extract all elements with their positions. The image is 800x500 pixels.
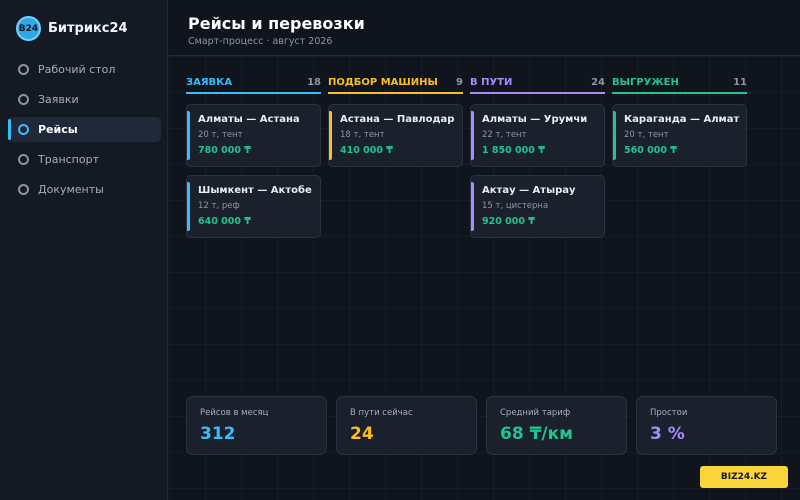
stat-label: В пути сейчас bbox=[350, 408, 413, 418]
circle-icon bbox=[18, 64, 29, 75]
card-route: Актау — Атырау bbox=[482, 185, 576, 196]
card-price: 920 000 ₸ bbox=[482, 216, 535, 227]
trip-card[interactable]: Алматы — Урумчи 22 т, тент 1 850 000 ₸ bbox=[470, 104, 605, 167]
card-route: Алматы — Урумчи bbox=[482, 114, 588, 125]
card-route: Алматы — Астана bbox=[198, 114, 300, 125]
card-meta: 20 т, тент bbox=[624, 130, 669, 140]
brand[interactable]: B24 Битрикс24 bbox=[16, 16, 128, 41]
trip-card[interactable]: Шымкент — Актобе 12 т, реф 640 000 ₸ bbox=[186, 175, 321, 238]
column-count: 24 bbox=[591, 76, 605, 88]
stat-card-downtime: Простои 3 % bbox=[636, 396, 777, 455]
stat-value: 312 bbox=[200, 424, 236, 444]
card-meta: 22 т, тент bbox=[482, 130, 527, 140]
circle-icon bbox=[18, 154, 29, 165]
column-header[interactable]: ПОДБОР МАШИНЫ 9 bbox=[328, 72, 463, 94]
main-area: Рейсы и перевозки Смарт-процесс · август… bbox=[169, 0, 800, 500]
column-header[interactable]: ЗАЯВКА 18 bbox=[186, 72, 321, 94]
trip-card[interactable]: Караганда — Алмат 20 т, тент 560 000 ₸ bbox=[612, 104, 747, 167]
page-header: Рейсы и перевозки Смарт-процесс · август… bbox=[169, 0, 800, 56]
stat-label: Рейсов в месяц bbox=[200, 408, 269, 418]
watermark-badge: BIZ24.KZ bbox=[700, 466, 788, 488]
sidebar-nav: Рабочий стол Заявки Рейсы Транспорт Доку… bbox=[8, 57, 161, 207]
stat-label: Средний тариф bbox=[500, 408, 571, 418]
stat-value: 68 ₸/км bbox=[500, 424, 574, 444]
card-price: 780 000 ₸ bbox=[198, 145, 251, 156]
card-price: 560 000 ₸ bbox=[624, 145, 677, 156]
column-count: 18 bbox=[307, 76, 321, 88]
card-meta: 12 т, реф bbox=[198, 201, 240, 211]
stat-card-trips-per-month: Рейсов в месяц 312 bbox=[186, 396, 327, 455]
card-route: Караганда — Алмат bbox=[624, 114, 740, 125]
stat-card-in-transit: В пути сейчас 24 bbox=[336, 396, 477, 455]
kanban-column-vehicle-selection: ПОДБОР МАШИНЫ 9 Астана — Павлодар 18 т, … bbox=[328, 72, 463, 167]
kanban-column-in-transit: В ПУТИ 24 Алматы — Урумчи 22 т, тент 1 8… bbox=[470, 72, 605, 238]
column-count: 11 bbox=[733, 76, 747, 88]
sidebar-item-label: Рейсы bbox=[38, 123, 78, 136]
circle-icon bbox=[18, 94, 29, 105]
page-title: Рейсы и перевозки bbox=[188, 14, 365, 33]
sidebar-item-label: Транспорт bbox=[38, 153, 99, 166]
sidebar-item-transport[interactable]: Транспорт bbox=[8, 147, 161, 172]
trip-card[interactable]: Актау — Атырау 15 т, цистерна 920 000 ₸ bbox=[470, 175, 605, 238]
card-route: Астана — Павлодар bbox=[340, 114, 455, 125]
sidebar-item-desktop[interactable]: Рабочий стол bbox=[8, 57, 161, 82]
trip-card[interactable]: Алматы — Астана 20 т, тент 780 000 ₸ bbox=[186, 104, 321, 167]
bitrix24-logo: B24 bbox=[16, 16, 41, 41]
card-price: 1 850 000 ₸ bbox=[482, 145, 545, 156]
column-title: ВЫГРУЖЕН bbox=[612, 76, 679, 88]
kanban-column-unloaded: ВЫГРУЖЕН 11 Караганда — Алмат 20 т, тент… bbox=[612, 72, 747, 167]
card-meta: 18 т, тент bbox=[340, 130, 385, 140]
brand-name: Битрикс24 bbox=[48, 21, 128, 36]
page-subtitle: Смарт-процесс · август 2026 bbox=[188, 36, 333, 47]
column-count: 9 bbox=[456, 76, 463, 88]
column-title: В ПУТИ bbox=[470, 76, 513, 88]
sidebar-item-label: Документы bbox=[38, 183, 104, 196]
card-meta: 15 т, цистерна bbox=[482, 201, 549, 211]
trip-card[interactable]: Астана — Павлодар 18 т, тент 410 000 ₸ bbox=[328, 104, 463, 167]
kanban-column-request: ЗАЯВКА 18 Алматы — Астана 20 т, тент 780… bbox=[186, 72, 321, 238]
column-title: ЗАЯВКА bbox=[186, 76, 233, 88]
stat-label: Простои bbox=[650, 408, 688, 418]
card-price: 640 000 ₸ bbox=[198, 216, 251, 227]
sidebar-item-label: Рабочий стол bbox=[38, 63, 116, 76]
column-header[interactable]: ВЫГРУЖЕН 11 bbox=[612, 72, 747, 94]
circle-icon bbox=[18, 124, 29, 135]
card-meta: 20 т, тент bbox=[198, 130, 243, 140]
column-title: ПОДБОР МАШИНЫ bbox=[328, 76, 438, 88]
stat-value: 3 % bbox=[650, 424, 685, 444]
sidebar-item-trips[interactable]: Рейсы bbox=[8, 117, 161, 142]
stat-card-average-rate: Средний тариф 68 ₸/км bbox=[486, 396, 627, 455]
column-header[interactable]: В ПУТИ 24 bbox=[470, 72, 605, 94]
stat-value: 24 bbox=[350, 424, 374, 444]
sidebar-item-requests[interactable]: Заявки bbox=[8, 87, 161, 112]
card-price: 410 000 ₸ bbox=[340, 145, 393, 156]
sidebar: B24 Битрикс24 Рабочий стол Заявки Рейсы … bbox=[0, 0, 168, 500]
sidebar-item-documents[interactable]: Документы bbox=[8, 177, 161, 202]
card-route: Шымкент — Актобе bbox=[198, 185, 312, 196]
sidebar-item-label: Заявки bbox=[38, 93, 79, 106]
circle-icon bbox=[18, 184, 29, 195]
